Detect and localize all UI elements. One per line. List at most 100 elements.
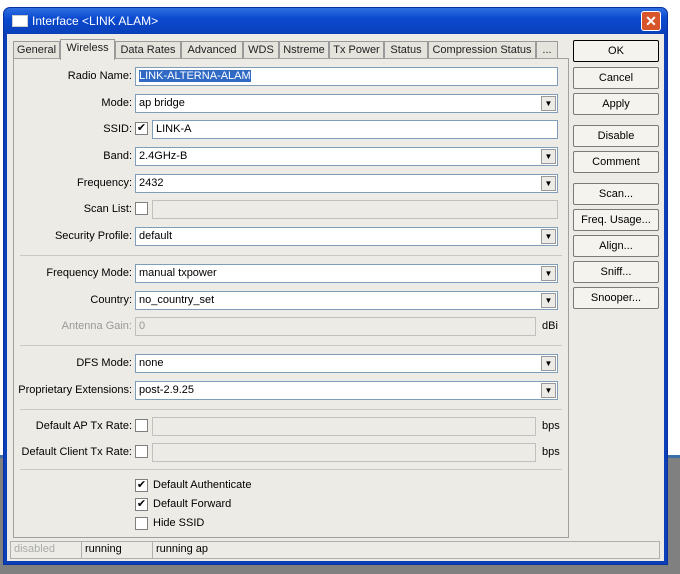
dfs-mode-row: DFS Mode: none ▼	[14, 354, 568, 374]
security-profile-select[interactable]: default ▼	[135, 227, 558, 246]
security-profile-label: Security Profile:	[54, 230, 132, 242]
status-running: running	[82, 542, 153, 558]
ssid-input[interactable]: LINK-A	[152, 120, 558, 139]
radio-name-row: Radio Name: LINK-ALTERNA-ALAM	[14, 67, 568, 87]
proprietary-value: post-2.9.25	[139, 384, 195, 396]
frequency-mode-row: Frequency Mode: manual txpower ▼	[14, 264, 568, 284]
proprietary-select[interactable]: post-2.9.25 ▼	[135, 381, 558, 400]
chevron-down-icon[interactable]: ▼	[541, 149, 556, 164]
radio-name-value: LINK-ALTERNA-ALAM	[139, 70, 251, 82]
chevron-down-icon[interactable]: ▼	[541, 229, 556, 244]
tab-more[interactable]: ...	[536, 41, 558, 59]
apply-button[interactable]: Apply	[573, 93, 659, 115]
ssid-label: SSID:	[103, 123, 132, 135]
mode-value: ap bridge	[139, 97, 185, 109]
default-forward-row[interactable]: ✔ Default Forward	[14, 496, 568, 516]
title-bar[interactable]: Interface <LINK ALAM> ✕	[4, 8, 667, 34]
country-value: no_country_set	[139, 294, 215, 306]
divider	[20, 345, 562, 346]
mode-label: Mode:	[101, 97, 132, 109]
snooper-button[interactable]: Snooper...	[573, 287, 659, 309]
tab-general[interactable]: General	[13, 41, 60, 59]
divider	[20, 255, 562, 256]
chevron-down-icon[interactable]: ▼	[541, 293, 556, 308]
client-tx-rate-checkbox[interactable]	[135, 445, 148, 458]
disable-button[interactable]: Disable	[573, 125, 659, 147]
proprietary-row: Proprietary Extensions: post-2.9.25 ▼	[14, 381, 568, 401]
hide-ssid-checkbox[interactable]	[135, 517, 148, 530]
client-tx-rate-unit: bps	[542, 446, 560, 458]
divider	[20, 469, 562, 470]
scan-list-label: Scan List:	[83, 203, 132, 215]
wireless-panel: Radio Name: LINK-ALTERNA-ALAM Mode: ap b…	[13, 58, 569, 538]
client-tx-rate-input[interactable]	[152, 443, 536, 462]
tab-nstreme[interactable]: Nstreme	[279, 41, 329, 59]
chevron-down-icon[interactable]: ▼	[541, 383, 556, 398]
default-forward-checkbox[interactable]: ✔	[135, 498, 148, 511]
antenna-gain-label: Antenna Gain:	[61, 320, 132, 332]
status-disabled: disabled	[11, 542, 82, 558]
frequency-select[interactable]: 2432 ▼	[135, 174, 558, 193]
mode-row: Mode: ap bridge ▼	[14, 94, 568, 114]
window-icon	[12, 15, 28, 27]
dfs-mode-value: none	[139, 357, 164, 369]
tab-compression-status[interactable]: Compression Status	[428, 41, 536, 59]
proprietary-label: Proprietary Extensions:	[18, 384, 132, 396]
frequency-row: Frequency: 2432 ▼	[14, 174, 568, 194]
default-forward-label: Default Forward	[153, 498, 232, 510]
comment-button[interactable]: Comment	[573, 151, 659, 173]
hide-ssid-label: Hide SSID	[153, 517, 205, 529]
antenna-gain-unit: dBi	[542, 320, 558, 332]
sniff-button[interactable]: Sniff...	[573, 261, 659, 283]
tab-advanced[interactable]: Advanced	[181, 41, 243, 59]
status-running-ap: running ap	[156, 543, 208, 555]
frequency-mode-select[interactable]: manual txpower ▼	[135, 264, 558, 283]
band-select[interactable]: 2.4GHz-B ▼	[135, 147, 558, 166]
interface-window: Interface <LINK ALAM> ✕ General Wireless…	[3, 7, 668, 565]
divider	[20, 409, 562, 410]
ap-tx-rate-input[interactable]	[152, 417, 536, 436]
ap-tx-rate-label: Default AP Tx Rate:	[35, 420, 132, 432]
country-select[interactable]: no_country_set ▼	[135, 291, 558, 310]
chevron-down-icon[interactable]: ▼	[541, 96, 556, 111]
ok-button[interactable]: OK	[573, 40, 659, 62]
tab-data-rates[interactable]: Data Rates	[115, 41, 181, 59]
tab-wds[interactable]: WDS	[243, 41, 279, 59]
scan-list-input[interactable]	[152, 200, 558, 219]
cancel-button[interactable]: Cancel	[573, 67, 659, 89]
band-row: Band: 2.4GHz-B ▼	[14, 147, 568, 167]
country-label: Country:	[90, 294, 132, 306]
hide-ssid-row[interactable]: Hide SSID	[14, 515, 568, 535]
align-button[interactable]: Align...	[573, 235, 659, 257]
close-button[interactable]: ✕	[641, 11, 661, 31]
tab-wireless[interactable]: Wireless	[60, 39, 115, 60]
ap-tx-rate-row: Default AP Tx Rate: bps	[14, 417, 568, 437]
window-client: General Wireless Data Rates Advanced WDS…	[7, 34, 664, 561]
dfs-mode-select[interactable]: none ▼	[135, 354, 558, 373]
tab-status[interactable]: Status	[384, 41, 428, 59]
ap-tx-rate-checkbox[interactable]	[135, 419, 148, 432]
default-authenticate-checkbox[interactable]: ✔	[135, 479, 148, 492]
default-authenticate-row[interactable]: ✔ Default Authenticate	[14, 477, 568, 497]
frequency-mode-label: Frequency Mode:	[46, 267, 132, 279]
country-row: Country: no_country_set ▼	[14, 291, 568, 311]
mode-select[interactable]: ap bridge ▼	[135, 94, 558, 113]
frequency-label: Frequency:	[76, 177, 132, 189]
tab-tx-power[interactable]: Tx Power	[329, 41, 384, 59]
window-title: Interface <LINK ALAM>	[32, 14, 159, 28]
radio-name-input[interactable]: LINK-ALTERNA-ALAM	[135, 67, 558, 86]
default-authenticate-label: Default Authenticate	[153, 479, 252, 491]
security-profile-value: default	[139, 230, 173, 242]
chevron-down-icon[interactable]: ▼	[541, 356, 556, 371]
freq-usage-button[interactable]: Freq. Usage...	[573, 209, 659, 231]
chevron-down-icon[interactable]: ▼	[541, 266, 556, 281]
chevron-down-icon[interactable]: ▼	[541, 176, 556, 191]
status-bar: disabled running running ap	[10, 541, 660, 559]
band-label: Band:	[103, 150, 132, 162]
scan-button[interactable]: Scan...	[573, 183, 659, 205]
client-tx-rate-row: Default Client Tx Rate: bps	[14, 443, 568, 463]
client-tx-rate-label: Default Client Tx Rate:	[21, 446, 132, 458]
scan-list-row: Scan List:	[14, 200, 568, 220]
ssid-checkbox[interactable]: ✔	[135, 122, 148, 135]
scan-list-checkbox[interactable]	[135, 202, 148, 215]
